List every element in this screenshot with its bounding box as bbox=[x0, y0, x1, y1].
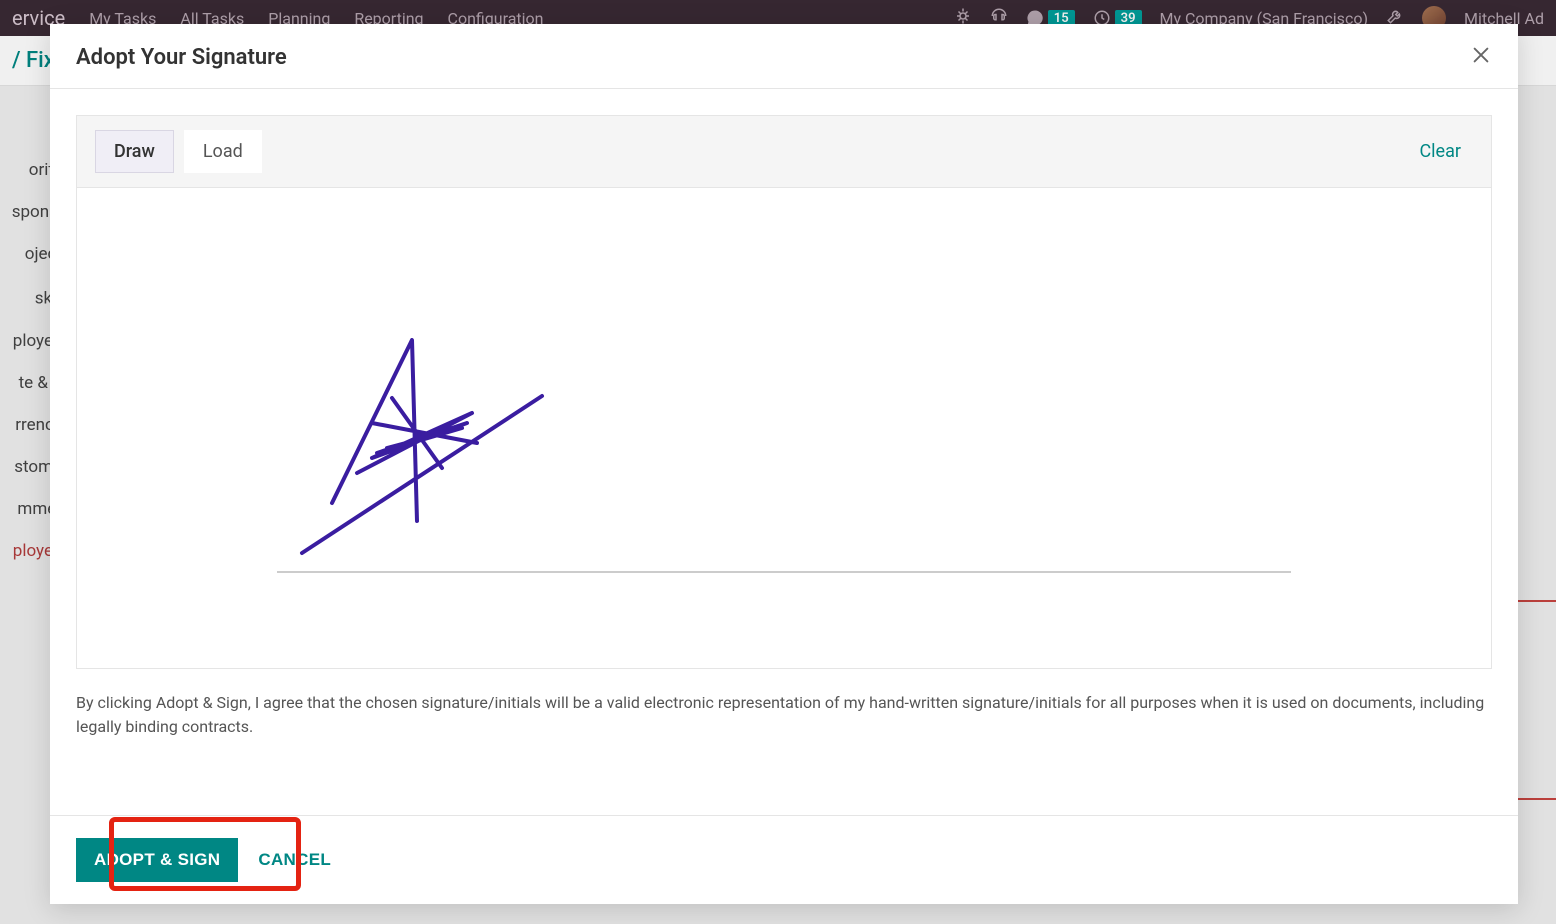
modal-body: Draw Load Clear By clicking Adopt & Sign… bbox=[50, 89, 1518, 815]
modal-header: Adopt Your Signature bbox=[50, 24, 1518, 89]
signature-baseline bbox=[277, 571, 1291, 573]
signature-modal: Adopt Your Signature Draw Load Clear By … bbox=[50, 24, 1518, 904]
signature-toolbar: Draw Load Clear bbox=[77, 116, 1491, 188]
close-icon[interactable] bbox=[1470, 44, 1492, 70]
signature-panel: Draw Load Clear bbox=[76, 115, 1492, 669]
signature-canvas[interactable] bbox=[77, 188, 1491, 668]
clear-button[interactable]: Clear bbox=[1407, 133, 1473, 170]
signature-stroke bbox=[297, 338, 577, 568]
disclaimer-text: By clicking Adopt & Sign, I agree that t… bbox=[76, 691, 1492, 739]
modal-title: Adopt Your Signature bbox=[76, 45, 287, 70]
modal-footer: ADOPT & SIGN CANCEL bbox=[50, 815, 1518, 904]
tab-draw[interactable]: Draw bbox=[95, 130, 174, 173]
cancel-button[interactable]: CANCEL bbox=[256, 840, 333, 880]
adopt-sign-button[interactable]: ADOPT & SIGN bbox=[76, 838, 238, 882]
tab-load[interactable]: Load bbox=[184, 130, 262, 173]
